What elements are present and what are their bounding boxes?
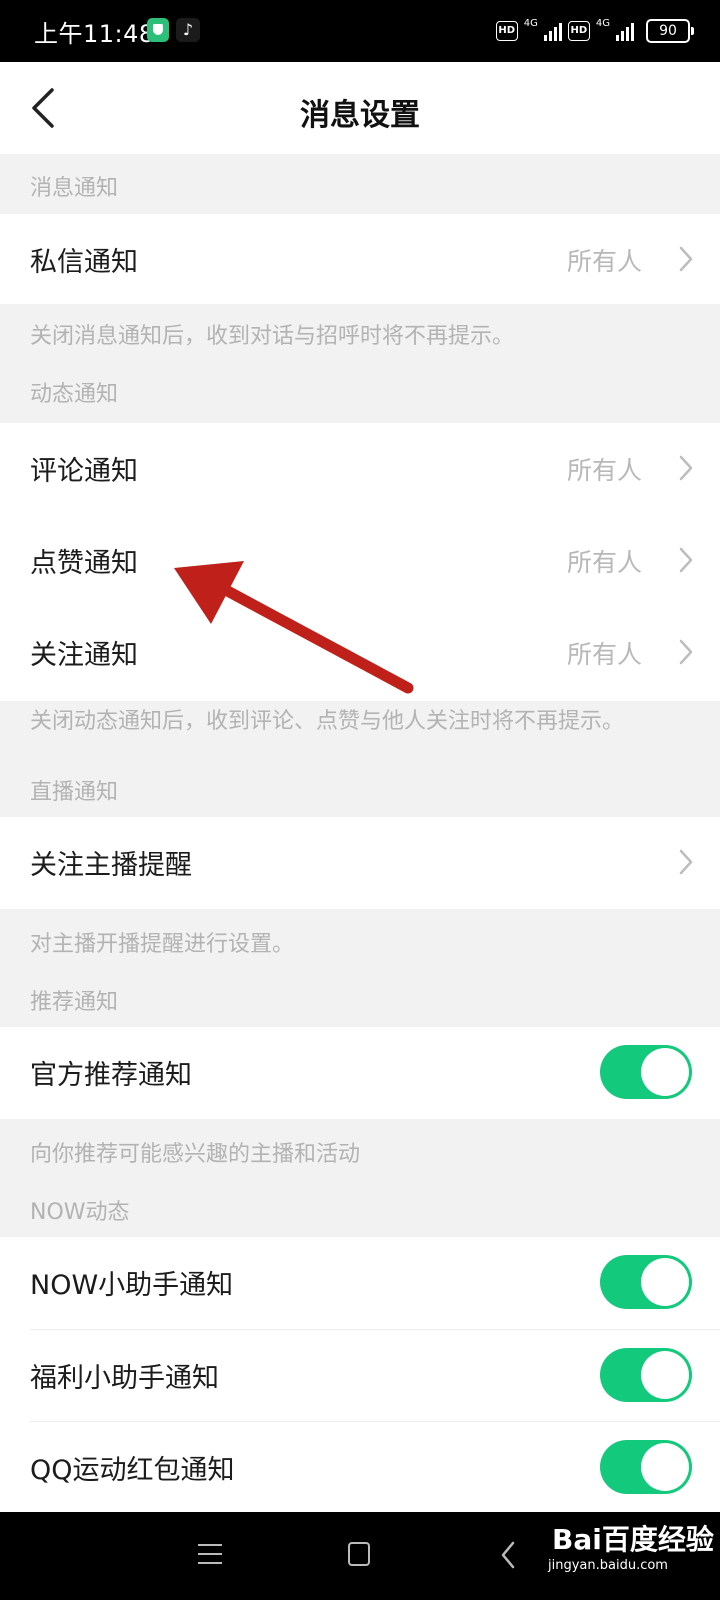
back-icon[interactable]: [500, 1540, 516, 1570]
row-welfare-assistant-notify: 福利小助手通知: [0, 1330, 720, 1420]
chevron-right-icon: [679, 639, 693, 665]
row-value: 所有人: [566, 247, 642, 276]
row-label: 关注主播提醒: [30, 850, 192, 881]
row-label: 官方推荐通知: [30, 1060, 192, 1091]
row-followed-streamer-reminder[interactable]: 关注主播提醒: [0, 817, 720, 907]
row-value: 所有人: [566, 640, 642, 669]
row-like-notify[interactable]: 点赞通知 所有人: [0, 515, 720, 605]
section-block-live: 关注主播提醒: [0, 817, 720, 909]
watermark-url: jingyan.baidu.com: [548, 1558, 668, 1573]
app-header: 消息设置: [0, 62, 720, 154]
row-label: NOW小助手通知: [30, 1270, 234, 1301]
section-block-now: NOW小助手通知 福利小助手通知 QQ运动红包通知: [0, 1237, 720, 1512]
chevron-right-icon: [679, 246, 693, 272]
row-private-message-notify[interactable]: 私信通知 所有人: [0, 214, 720, 304]
row-now-assistant-notify: NOW小助手通知: [0, 1237, 720, 1327]
chevron-right-icon: [679, 455, 693, 481]
toggle-knob: [641, 1351, 689, 1399]
baidu-jingyan-watermark: Bai百度经验: [552, 1523, 714, 1556]
toggle-knob: [641, 1443, 689, 1491]
row-label: 关注通知: [30, 640, 138, 671]
section-label-message: 消息通知: [30, 176, 119, 201]
signal-icon: [616, 21, 634, 41]
chevron-right-icon: [679, 547, 693, 573]
row-comment-notify[interactable]: 评论通知 所有人: [0, 423, 720, 513]
chevron-right-icon: [679, 849, 693, 875]
status-indicators: HD 4G HD 4G 90: [495, 16, 694, 46]
section-label-recommend: 推荐通知: [30, 990, 119, 1015]
row-qq-sport-redpacket-notify: QQ运动红包通知: [0, 1422, 720, 1512]
toggle-knob: [641, 1048, 689, 1096]
section-hint-recommend: 向你推荐可能感兴趣的主播和活动: [30, 1142, 361, 1167]
section-block-message: 私信通知 所有人: [0, 214, 720, 304]
section-hint-message: 关闭消息通知后，收到对话与招呼时将不再提示。: [30, 324, 515, 349]
status-bar: 上午11:48 ♪ HD 4G HD 4G 90: [0, 0, 720, 62]
tiktok-app-icon: ♪: [176, 18, 200, 42]
signal-icon: [543, 21, 562, 41]
section-block-recommend: 官方推荐通知: [0, 1027, 720, 1119]
hd-badge: HD: [495, 21, 518, 41]
home-icon[interactable]: [348, 1542, 370, 1566]
row-label: 评论通知: [30, 456, 138, 487]
toggle-knob: [641, 1258, 689, 1306]
section-block-activity: 评论通知 所有人 点赞通知 所有人 关注通知 所有人: [0, 423, 720, 701]
section-label-activity: 动态通知: [30, 382, 119, 407]
row-value: 所有人: [566, 548, 642, 577]
section-label-live: 直播通知: [30, 780, 119, 805]
shield-app-icon: [147, 18, 169, 42]
row-official-recommend-notify: 官方推荐通知: [0, 1027, 720, 1117]
network-type-label: 4G: [595, 17, 610, 29]
status-time: 上午11:48: [34, 20, 155, 48]
menu-icon[interactable]: [198, 1544, 222, 1566]
qq-sport-redpacket-toggle[interactable]: [600, 1440, 692, 1494]
section-hint-activity: 关闭动态通知后，收到评论、点赞与他人关注时将不再提示。: [30, 709, 625, 734]
network-type-label: 4G: [523, 17, 538, 29]
hd-badge: HD: [567, 21, 590, 41]
official-recommend-toggle[interactable]: [600, 1045, 692, 1099]
welfare-assistant-toggle[interactable]: [600, 1348, 692, 1402]
battery-icon: 90: [646, 19, 694, 43]
section-label-now: NOW动态: [30, 1200, 130, 1225]
row-label: 点赞通知: [30, 548, 138, 579]
row-label: QQ运动红包通知: [30, 1455, 235, 1486]
row-follow-notify[interactable]: 关注通知 所有人: [0, 607, 720, 697]
page-title: 消息设置: [300, 98, 420, 133]
row-label: 私信通知: [30, 247, 138, 278]
now-assistant-toggle[interactable]: [600, 1255, 692, 1309]
row-label: 福利小助手通知: [30, 1363, 219, 1394]
row-value: 所有人: [566, 456, 642, 485]
section-hint-live: 对主播开播提醒进行设置。: [30, 932, 295, 957]
